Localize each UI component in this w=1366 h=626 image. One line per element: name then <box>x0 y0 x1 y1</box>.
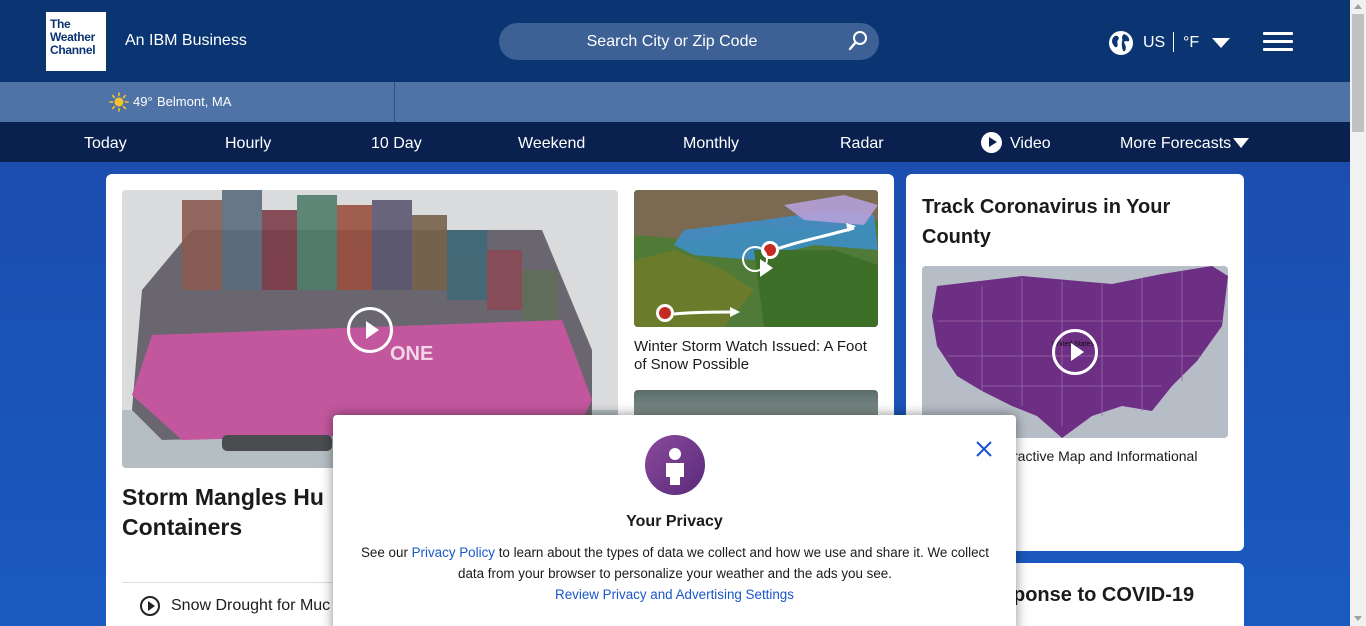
unit-selector[interactable]: °F <box>1183 34 1199 52</box>
search-icon[interactable] <box>848 30 868 52</box>
location-bar-divider <box>394 82 395 122</box>
nav-hourly[interactable]: Hourly <box>225 135 271 153</box>
locale-selector[interactable]: US <box>1143 34 1165 52</box>
close-icon[interactable] <box>975 440 993 458</box>
scroll-up-arrow-icon[interactable] <box>1354 4 1362 9</box>
scroll-down-arrow-icon[interactable] <box>1354 616 1362 621</box>
locale-divider <box>1173 32 1174 52</box>
coronavirus-description[interactable]: ractive Map and Informational <box>1013 448 1197 464</box>
globe-icon[interactable] <box>1108 30 1134 56</box>
nav-more-forecasts[interactable]: More Forecasts <box>1120 135 1231 153</box>
covid-map-thumbnail[interactable]: United States <box>922 266 1228 438</box>
privacy-policy-link[interactable]: Privacy Policy <box>412 545 495 560</box>
related-video-link[interactable]: Snow Drought for Muc <box>171 597 333 615</box>
hamburger-menu-icon[interactable] <box>1263 32 1293 52</box>
privacy-settings-link[interactable]: Review Privacy and Advertising Settings <box>333 587 1016 602</box>
nav-weekend[interactable]: Weekend <box>518 135 585 153</box>
privacy-text-suffix: to learn about the types of data we coll… <box>458 545 989 581</box>
search-box[interactable]: Search City or Zip Code <box>499 23 879 60</box>
scrollbar-thumb[interactable] <box>1352 14 1364 132</box>
chevron-down-icon[interactable] <box>1212 38 1230 48</box>
nav-today[interactable]: Today <box>84 135 127 153</box>
weather-channel-logo[interactable]: The Weather Channel <box>46 12 106 71</box>
nav-monthly[interactable]: Monthly <box>683 135 739 153</box>
story-divider <box>122 582 352 583</box>
storm-headline[interactable]: Winter Storm Watch Issued: A Foot of Sno… <box>634 338 878 374</box>
play-icon[interactable] <box>742 246 773 277</box>
play-icon[interactable] <box>981 132 1002 153</box>
sun-icon <box>109 92 129 112</box>
hero-headline-line-1[interactable]: Storm Mangles Hu <box>122 482 342 512</box>
hero-headline[interactable]: Storm Mangles Hu Containers <box>122 482 342 544</box>
privacy-text-prefix: See our <box>361 545 412 560</box>
person-icon <box>645 435 705 495</box>
play-icon[interactable] <box>347 307 393 353</box>
storm-video-thumbnail[interactable] <box>634 190 878 327</box>
privacy-title: Your Privacy <box>626 513 723 530</box>
hero-headline-line-2[interactable]: Containers <box>122 512 342 542</box>
caret-down-icon[interactable] <box>1233 138 1249 148</box>
ship-hull-logo: ONE <box>390 343 433 365</box>
logo-line-3: Channel <box>50 43 96 57</box>
nav-radar[interactable]: Radar <box>840 135 884 153</box>
privacy-body: See our Privacy Policy to learn about th… <box>350 542 1000 584</box>
covid-response-headline[interactable]: ponse to COVID-19 <box>1013 584 1194 607</box>
current-location[interactable]: Belmont, MA <box>157 94 231 109</box>
play-icon[interactable] <box>140 596 160 616</box>
search-placeholder[interactable]: Search City or Zip Code <box>499 33 845 51</box>
current-temperature[interactable]: 49° <box>133 94 153 109</box>
coronavirus-headline[interactable]: Track Coronavirus in Your County <box>922 192 1222 252</box>
nav-video[interactable]: Video <box>1010 135 1051 153</box>
play-icon[interactable] <box>1052 329 1098 375</box>
nav-10-day[interactable]: 10 Day <box>371 135 422 153</box>
ibm-tagline: An IBM Business <box>125 32 247 49</box>
